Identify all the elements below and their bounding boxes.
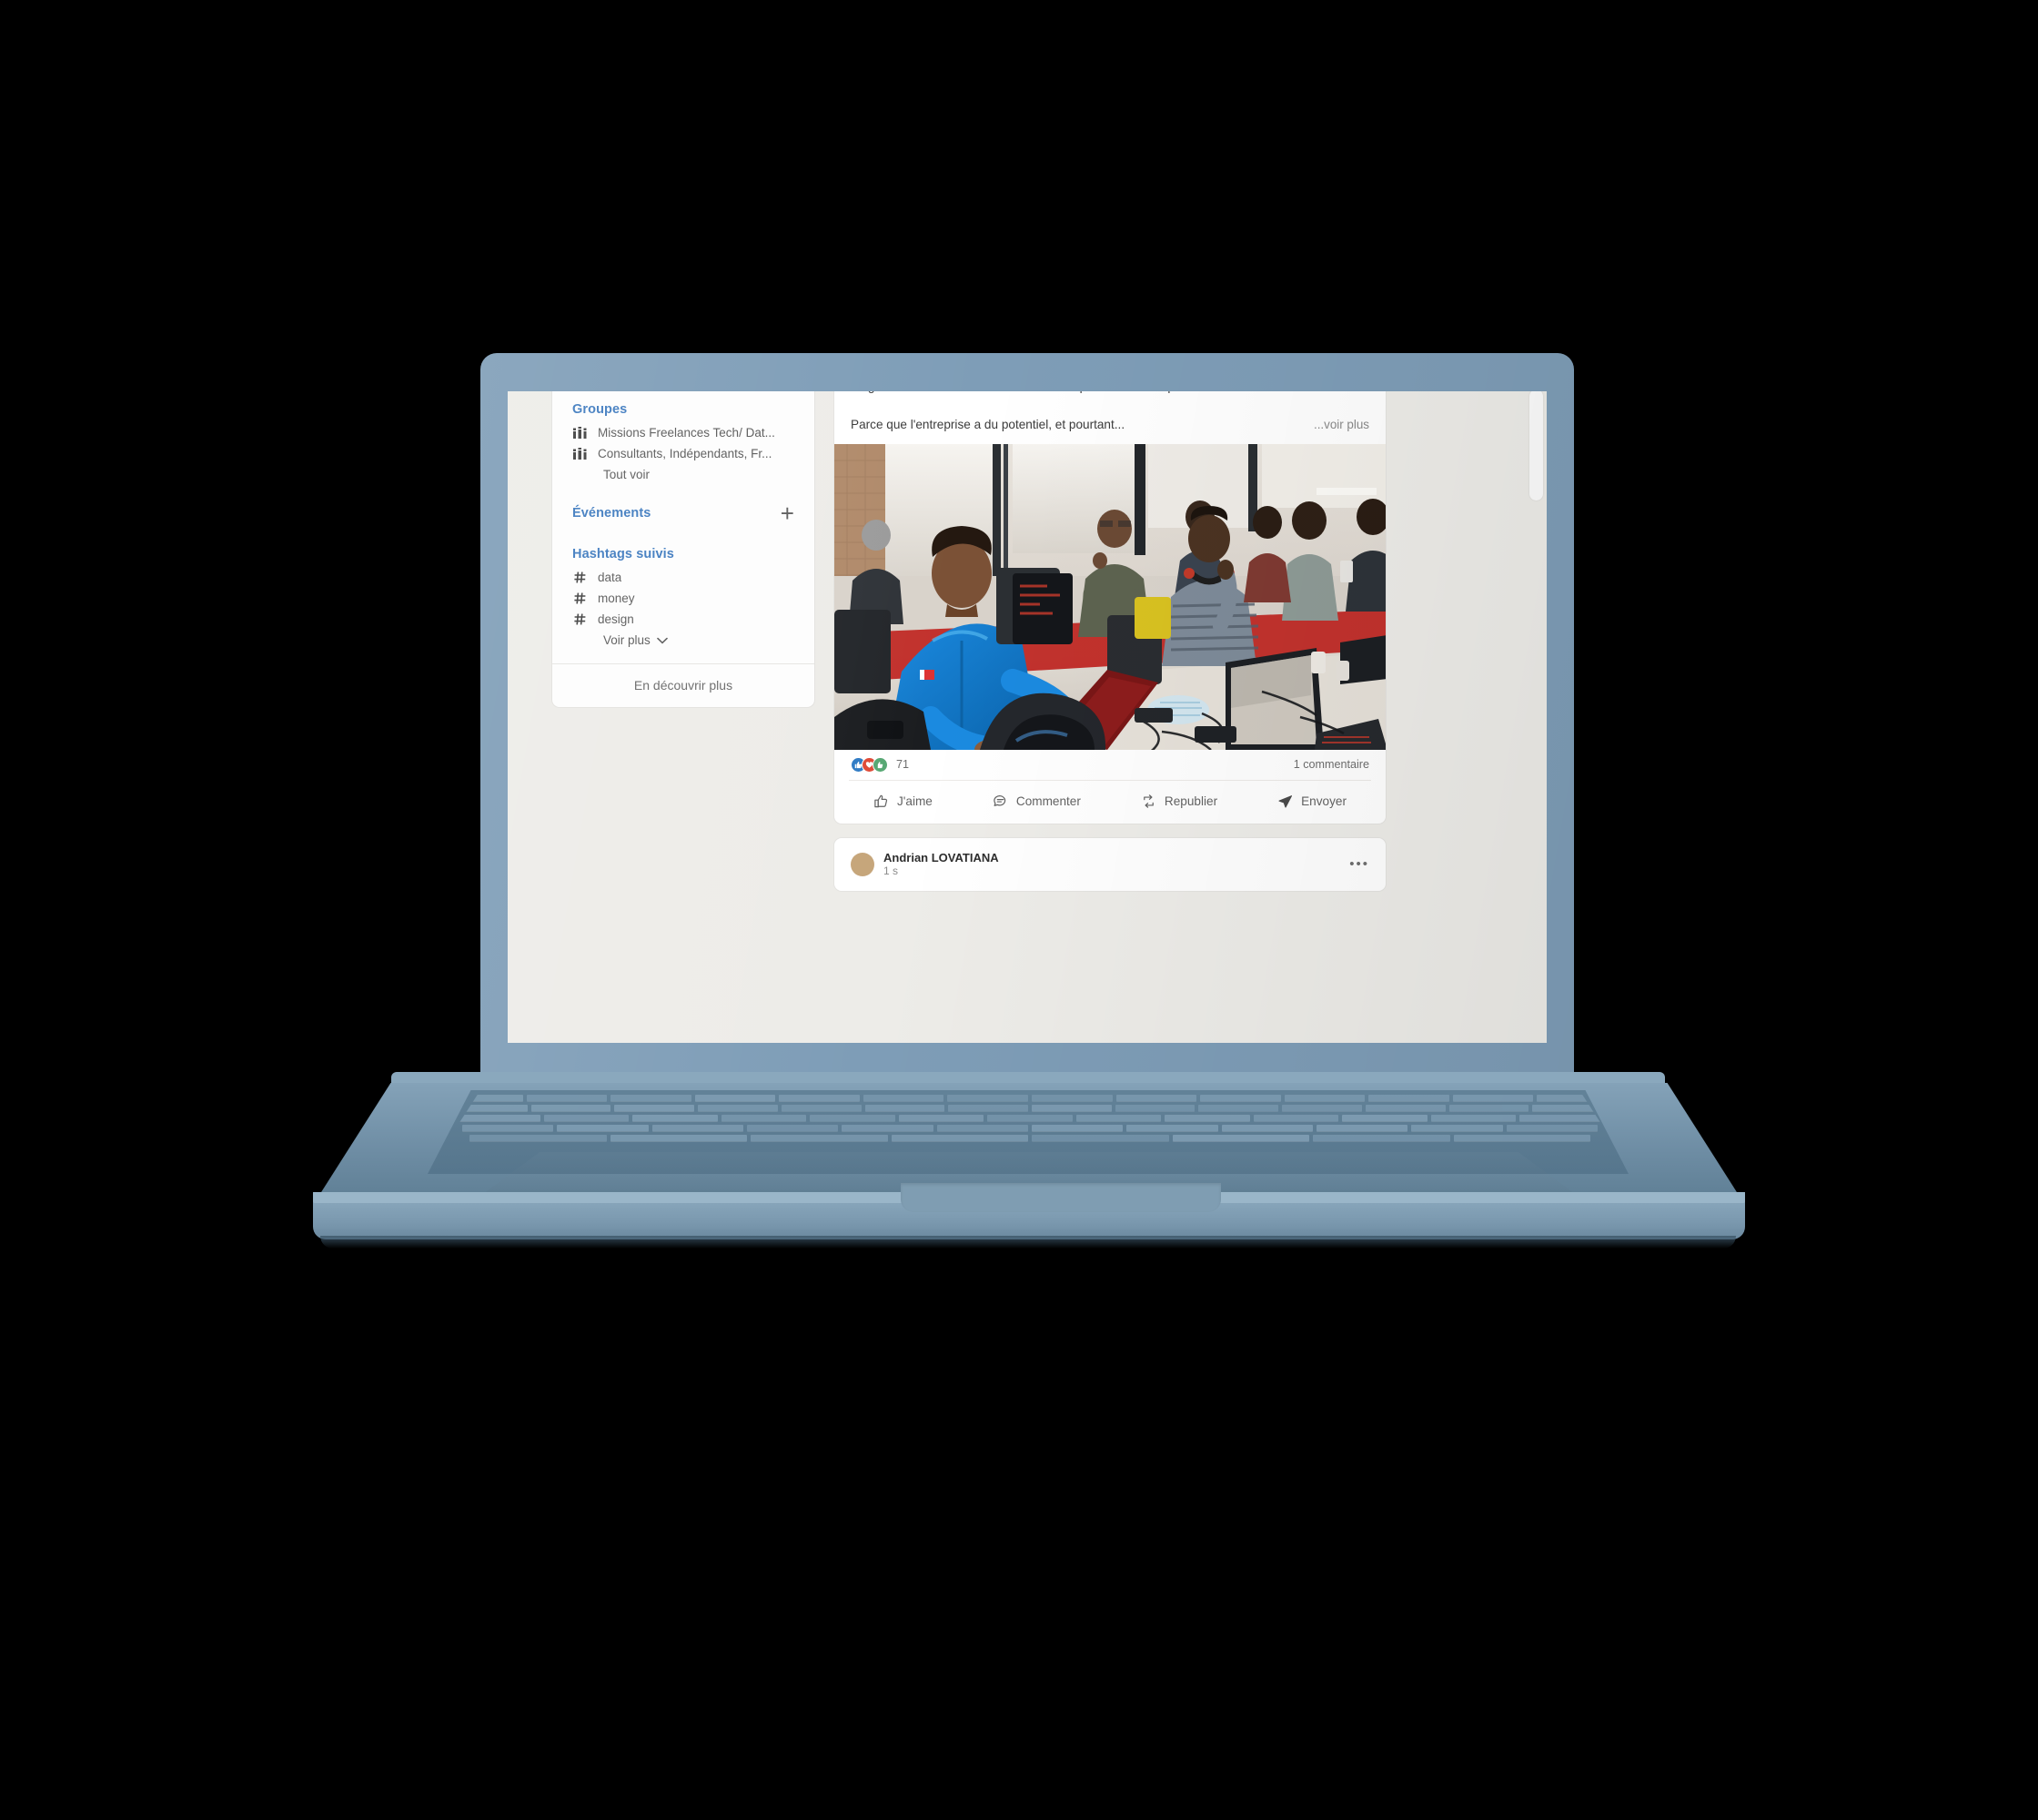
next-post-author-block: Andrian LOVATIANA 1 s bbox=[851, 851, 999, 877]
like-label: J'aime bbox=[897, 794, 933, 808]
laptop-screen: Groupes Missions Freelances Tech/ Dat...… bbox=[508, 391, 1547, 1043]
groups-section: Groupes Missions Freelances Tech/ Dat...… bbox=[552, 391, 814, 490]
repost-label: Republier bbox=[1165, 794, 1217, 808]
sidebar-item-hashtag-data[interactable]: data bbox=[552, 567, 814, 588]
sidebar-item-hashtag-money[interactable]: money bbox=[552, 588, 814, 609]
events-heading: Événements bbox=[572, 506, 651, 521]
next-post-author-name: Andrian LOVATIANA bbox=[883, 851, 999, 864]
left-sidebar: Groupes Missions Freelances Tech/ Dat...… bbox=[551, 391, 815, 708]
hashtags-section: Hashtags suivis data money design Voir p… bbox=[552, 536, 814, 656]
screenshot-stage: Groupes Missions Freelances Tech/ Dat...… bbox=[0, 0, 2038, 1820]
post-actions-bar: J'aime Commenter Republier Envoyer bbox=[834, 781, 1386, 824]
post-text-line-1: La gestion administrative dans cette ent… bbox=[851, 391, 1369, 396]
feed-post: La gestion administrative dans cette ent… bbox=[833, 391, 1387, 824]
hashtags-see-more-link[interactable]: Voir plus bbox=[552, 630, 814, 651]
events-heading-row: Événements + bbox=[552, 492, 814, 531]
repost-icon bbox=[1141, 794, 1156, 809]
see-more-link[interactable]: ...voir plus bbox=[1314, 416, 1369, 434]
discover-more-button[interactable]: En découvrir plus bbox=[552, 664, 814, 707]
feed-column: La gestion administrative dans cette ent… bbox=[833, 391, 1387, 892]
post-image[interactable] bbox=[834, 444, 1386, 750]
comment-label: Commenter bbox=[1016, 794, 1081, 808]
next-post-meta: 1 s bbox=[883, 864, 999, 877]
group-label: Consultants, Indépendants, Fr... bbox=[598, 447, 772, 460]
comment-icon bbox=[993, 794, 1008, 809]
hashtag-label: data bbox=[598, 571, 621, 584]
coworking-space-photo bbox=[834, 444, 1386, 750]
hashtag-icon bbox=[572, 613, 587, 625]
reaction-icons bbox=[851, 757, 888, 773]
groups-see-all-link[interactable]: Tout voir bbox=[552, 464, 814, 485]
laptop-front-notch bbox=[901, 1183, 1221, 1212]
linkedin-feed-page: Groupes Missions Freelances Tech/ Dat...… bbox=[508, 391, 1547, 1043]
next-feed-post[interactable]: Andrian LOVATIANA 1 s ••• bbox=[833, 837, 1387, 892]
post-meta-row: 71 1 commentaire bbox=[834, 750, 1386, 780]
group-icon bbox=[572, 448, 587, 460]
support-icon bbox=[873, 757, 888, 773]
group-label: Missions Freelances Tech/ Dat... bbox=[598, 426, 775, 440]
send-button[interactable]: Envoyer bbox=[1268, 789, 1356, 814]
reaction-count: 71 bbox=[896, 758, 909, 771]
post-text-line-2: Parce que l'entreprise a du potentiel, e… bbox=[851, 416, 1125, 434]
avatar bbox=[851, 853, 874, 876]
hashtag-icon bbox=[572, 592, 587, 604]
group-icon bbox=[572, 427, 587, 439]
keyboard-keys bbox=[442, 1095, 1618, 1149]
post-text-line-2-row: Parce que l'entreprise a du potentiel, e… bbox=[851, 416, 1369, 434]
hashtag-icon bbox=[572, 571, 587, 583]
plus-icon[interactable]: + bbox=[779, 501, 796, 525]
like-button[interactable]: J'aime bbox=[864, 789, 942, 814]
send-icon bbox=[1277, 794, 1293, 809]
thumbs-up-icon bbox=[873, 794, 889, 809]
laptop-base-shadow bbox=[320, 1236, 1736, 1249]
laptop-mockup: Groupes Missions Freelances Tech/ Dat...… bbox=[0, 0, 2038, 1820]
hashtags-heading: Hashtags suivis bbox=[552, 538, 814, 567]
sidebar-item-group-1[interactable]: Missions Freelances Tech/ Dat... bbox=[552, 422, 814, 443]
see-more-label: Voir plus bbox=[603, 633, 651, 647]
sidebar-card: Groupes Missions Freelances Tech/ Dat...… bbox=[551, 391, 815, 708]
sidebar-item-hashtag-design[interactable]: design bbox=[552, 609, 814, 630]
page-scrollbar[interactable] bbox=[1528, 391, 1543, 1043]
chevron-down-icon bbox=[657, 633, 668, 647]
send-label: Envoyer bbox=[1301, 794, 1347, 808]
comment-button[interactable]: Commenter bbox=[984, 789, 1090, 814]
reactions-summary[interactable]: 71 bbox=[851, 757, 909, 773]
sidebar-item-group-2[interactable]: Consultants, Indépendants, Fr... bbox=[552, 443, 814, 464]
groups-heading: Groupes bbox=[552, 393, 814, 422]
hashtag-label: design bbox=[598, 612, 634, 626]
repost-button[interactable]: Republier bbox=[1132, 789, 1226, 814]
scrollbar-thumb[interactable] bbox=[1529, 391, 1543, 500]
hashtag-label: money bbox=[598, 592, 635, 605]
more-options-icon[interactable]: ••• bbox=[1349, 856, 1369, 872]
comment-count-link[interactable]: 1 commentaire bbox=[1294, 758, 1369, 771]
post-text-body: La gestion administrative dans cette ent… bbox=[834, 391, 1386, 444]
events-section: Événements + bbox=[552, 490, 814, 536]
